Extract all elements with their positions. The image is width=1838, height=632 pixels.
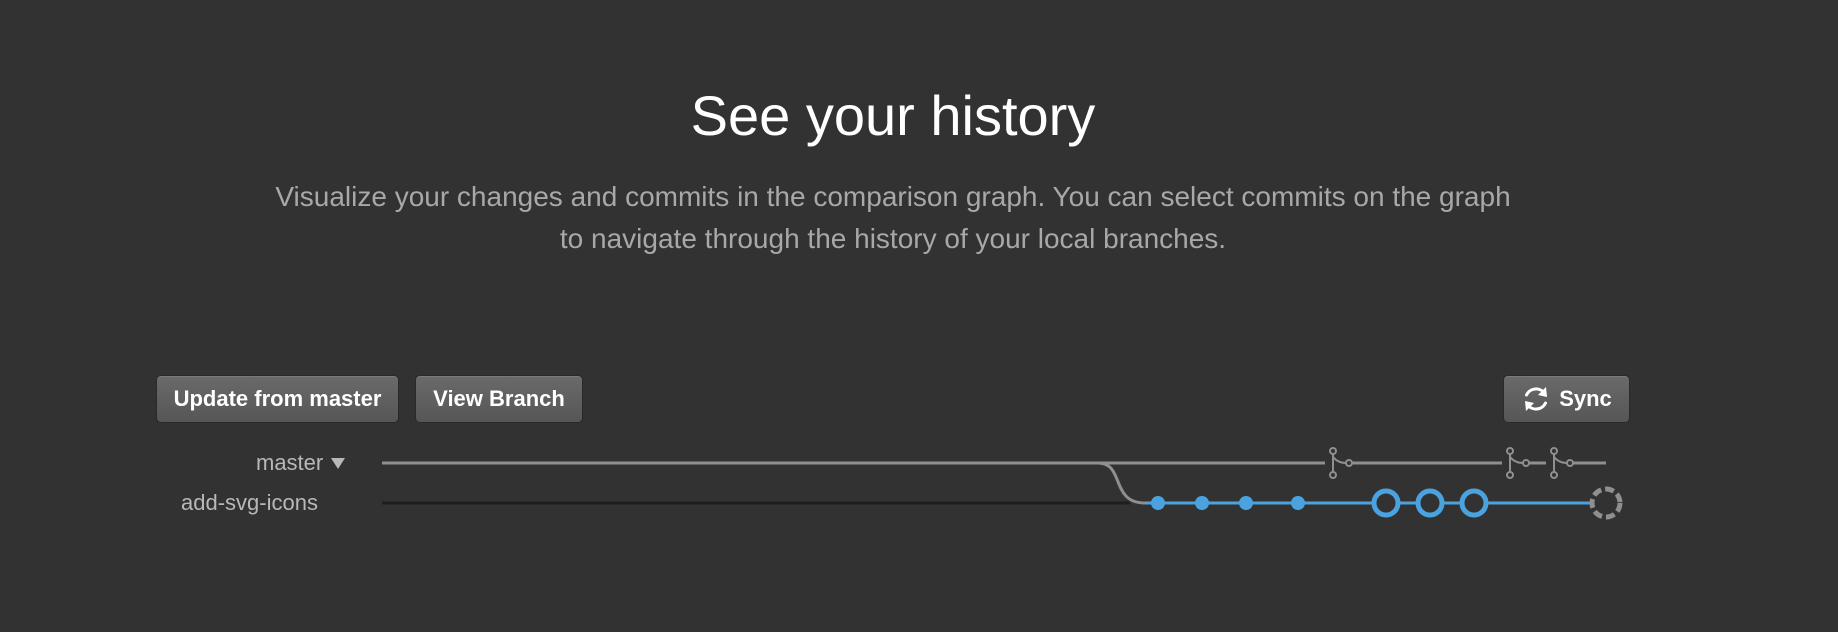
- commit-dot[interactable]: [1151, 496, 1165, 510]
- commit-ring[interactable]: [1415, 488, 1445, 518]
- commit-dot[interactable]: [1239, 496, 1253, 510]
- sync-icon: [1525, 387, 1548, 411]
- commit-ring[interactable]: [1371, 488, 1401, 518]
- update-from-master-label: Update from master: [173, 386, 382, 411]
- branch-label-add-svg-icons: add-svg-icons: [181, 490, 318, 515]
- merge-marker[interactable]: [1502, 447, 1530, 479]
- welcome-panel: See your history Visualize your changes …: [0, 0, 1838, 632]
- update-from-master-button[interactable]: Update from master: [156, 375, 399, 423]
- sync-button[interactable]: Sync: [1503, 375, 1630, 423]
- page-subtitle: Visualize your changes and commits in th…: [275, 181, 1511, 254]
- merge-marker[interactable]: [1546, 447, 1574, 479]
- sync-label: Sync: [1559, 386, 1612, 411]
- view-branch-button[interactable]: View Branch: [415, 375, 583, 423]
- view-branch-label: View Branch: [433, 386, 565, 411]
- commit-ring[interactable]: [1459, 488, 1489, 518]
- merge-marker[interactable]: [1325, 447, 1353, 479]
- branch-selector-master[interactable]: master: [256, 449, 346, 477]
- uncommitted-changes-ring[interactable]: [1589, 486, 1623, 520]
- branch-label-master: master: [256, 450, 324, 475]
- caret-down-icon: [331, 458, 346, 469]
- branch-fork-curve: [1097, 461, 1146, 505]
- commit-dot[interactable]: [1291, 496, 1305, 510]
- commit-dot[interactable]: [1195, 496, 1209, 510]
- page-title: See your history: [690, 84, 1096, 147]
